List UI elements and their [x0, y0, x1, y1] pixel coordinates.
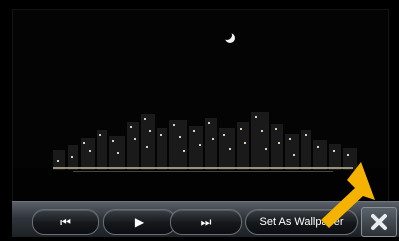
close-icon — [371, 214, 387, 230]
set-as-wallpaper-label: Set As Wallpaper — [259, 216, 344, 228]
play-icon: ▶ — [134, 215, 145, 229]
image-viewer: ⏮ ▶ ⏭ Set As Wallpaper — [0, 0, 399, 241]
playback-toolbar: ⏮ ▶ ⏭ Set As Wallpaper — [12, 201, 399, 237]
skip-next-icon: ⏭ — [200, 215, 212, 229]
night-skyline-image — [13, 10, 388, 202]
play-button[interactable]: ▶ — [103, 209, 176, 235]
skip-previous-icon: ⏮ — [60, 215, 71, 229]
close-button[interactable] — [361, 207, 397, 237]
previous-button[interactable]: ⏮ — [32, 209, 99, 235]
wallpaper-preview-image — [12, 9, 389, 203]
next-button[interactable]: ⏭ — [170, 209, 242, 235]
set-as-wallpaper-button[interactable]: Set As Wallpaper — [245, 209, 358, 235]
